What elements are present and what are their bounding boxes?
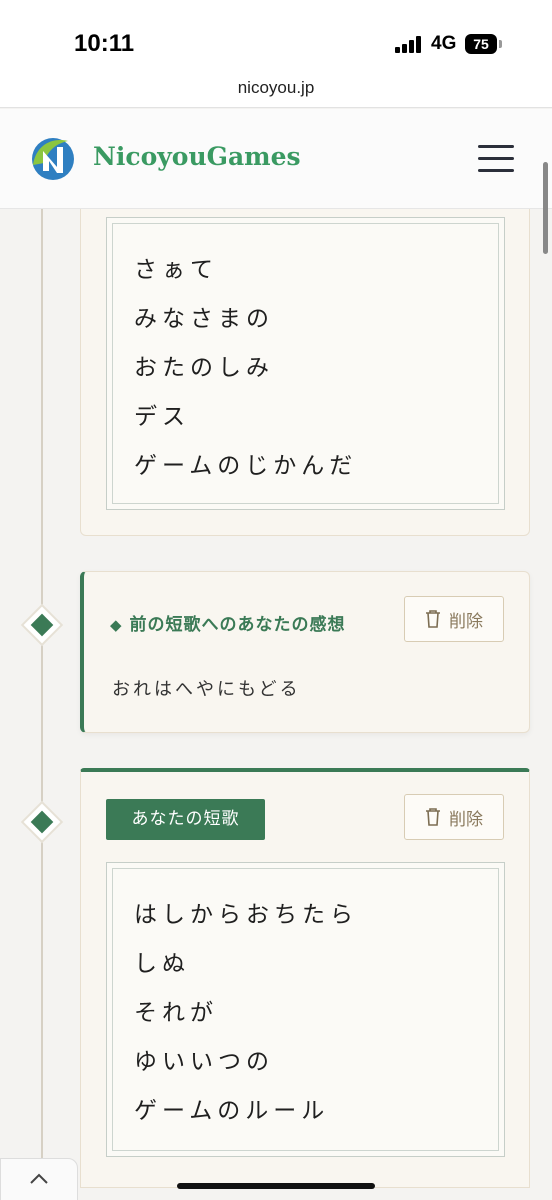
poem-line: デス — [134, 404, 190, 430]
home-indicator — [177, 1183, 375, 1189]
impression-title: ◆ 前の短歌へのあなたの感想 — [110, 610, 345, 635]
poem-line: おたのしみ — [134, 355, 274, 381]
poem-line: はしからおちたら — [134, 902, 358, 928]
poem-line: さぁて — [134, 257, 218, 283]
url-text[interactable]: nicoyou.jp — [238, 78, 315, 97]
poem-frame: さぁて みなさまの おたのしみ デス ゲームのじかんだ — [106, 217, 505, 510]
battery-cap — [499, 40, 502, 48]
back-to-top-button[interactable] — [0, 1158, 78, 1200]
your-tanka-card: あなたの短歌 削除 はしからおちたら しぬ それが ゆいいつの ゲームのルール — [80, 768, 530, 1188]
network-type: 4G — [431, 33, 457, 54]
delete-impression-button[interactable]: 削除 — [404, 596, 504, 642]
status-time: 10:11 — [74, 30, 135, 57]
timeline-node — [20, 800, 64, 844]
status-bar: 10:11 4G 75 — [0, 0, 552, 70]
chevron-up-icon — [30, 1173, 48, 1184]
poem-line: みなさまの — [134, 306, 274, 332]
trash-icon — [426, 808, 440, 826]
trash-icon — [426, 610, 440, 628]
poem-frame: はしからおちたら しぬ それが ゆいいつの ゲームのルール — [106, 862, 505, 1157]
poem-line: しぬ — [134, 951, 190, 977]
poem-card: さぁて みなさまの おたのしみ デス ゲームのじかんだ — [80, 170, 530, 536]
delete-label: 削除 — [449, 809, 483, 830]
delete-label: 削除 — [449, 611, 483, 632]
timeline-line — [41, 209, 43, 1200]
timeline-line — [41, 209, 43, 229]
poem-line: ゲームのルール — [134, 1098, 330, 1124]
diamond-icon: ◆ — [110, 616, 123, 634]
poem-body: さぁて みなさまの おたのしみ デス ゲームのじかんだ — [112, 223, 499, 504]
impression-card: ◆ 前の短歌へのあなたの感想 削除 おれはへやにもどる — [80, 571, 530, 733]
delete-tanka-button[interactable]: 削除 — [404, 794, 504, 840]
impression-title-text: 前の短歌へのあなたの感想 — [129, 615, 346, 635]
poem-body: はしからおちたら しぬ それが ゆいいつの ゲームのルール — [112, 868, 499, 1151]
timeline-node — [20, 603, 64, 647]
nicoyou-logo-icon[interactable] — [30, 135, 76, 183]
poem-line: ゆいいつの — [134, 1049, 274, 1075]
brand-name[interactable]: NicoyouGames — [93, 142, 301, 171]
impression-text: おれはへやにもどる — [112, 679, 301, 700]
poem-line: ゲームのじかんだ — [134, 453, 358, 479]
your-tanka-badge: あなたの短歌 — [106, 799, 265, 840]
signal-icon — [395, 36, 423, 53]
battery-icon: 75 — [465, 34, 497, 54]
poem-line: それが — [134, 1000, 218, 1026]
scrollbar[interactable] — [543, 162, 548, 254]
url-bar[interactable]: nicoyou.jp — [0, 70, 552, 108]
hamburger-menu-icon[interactable] — [478, 145, 514, 173]
